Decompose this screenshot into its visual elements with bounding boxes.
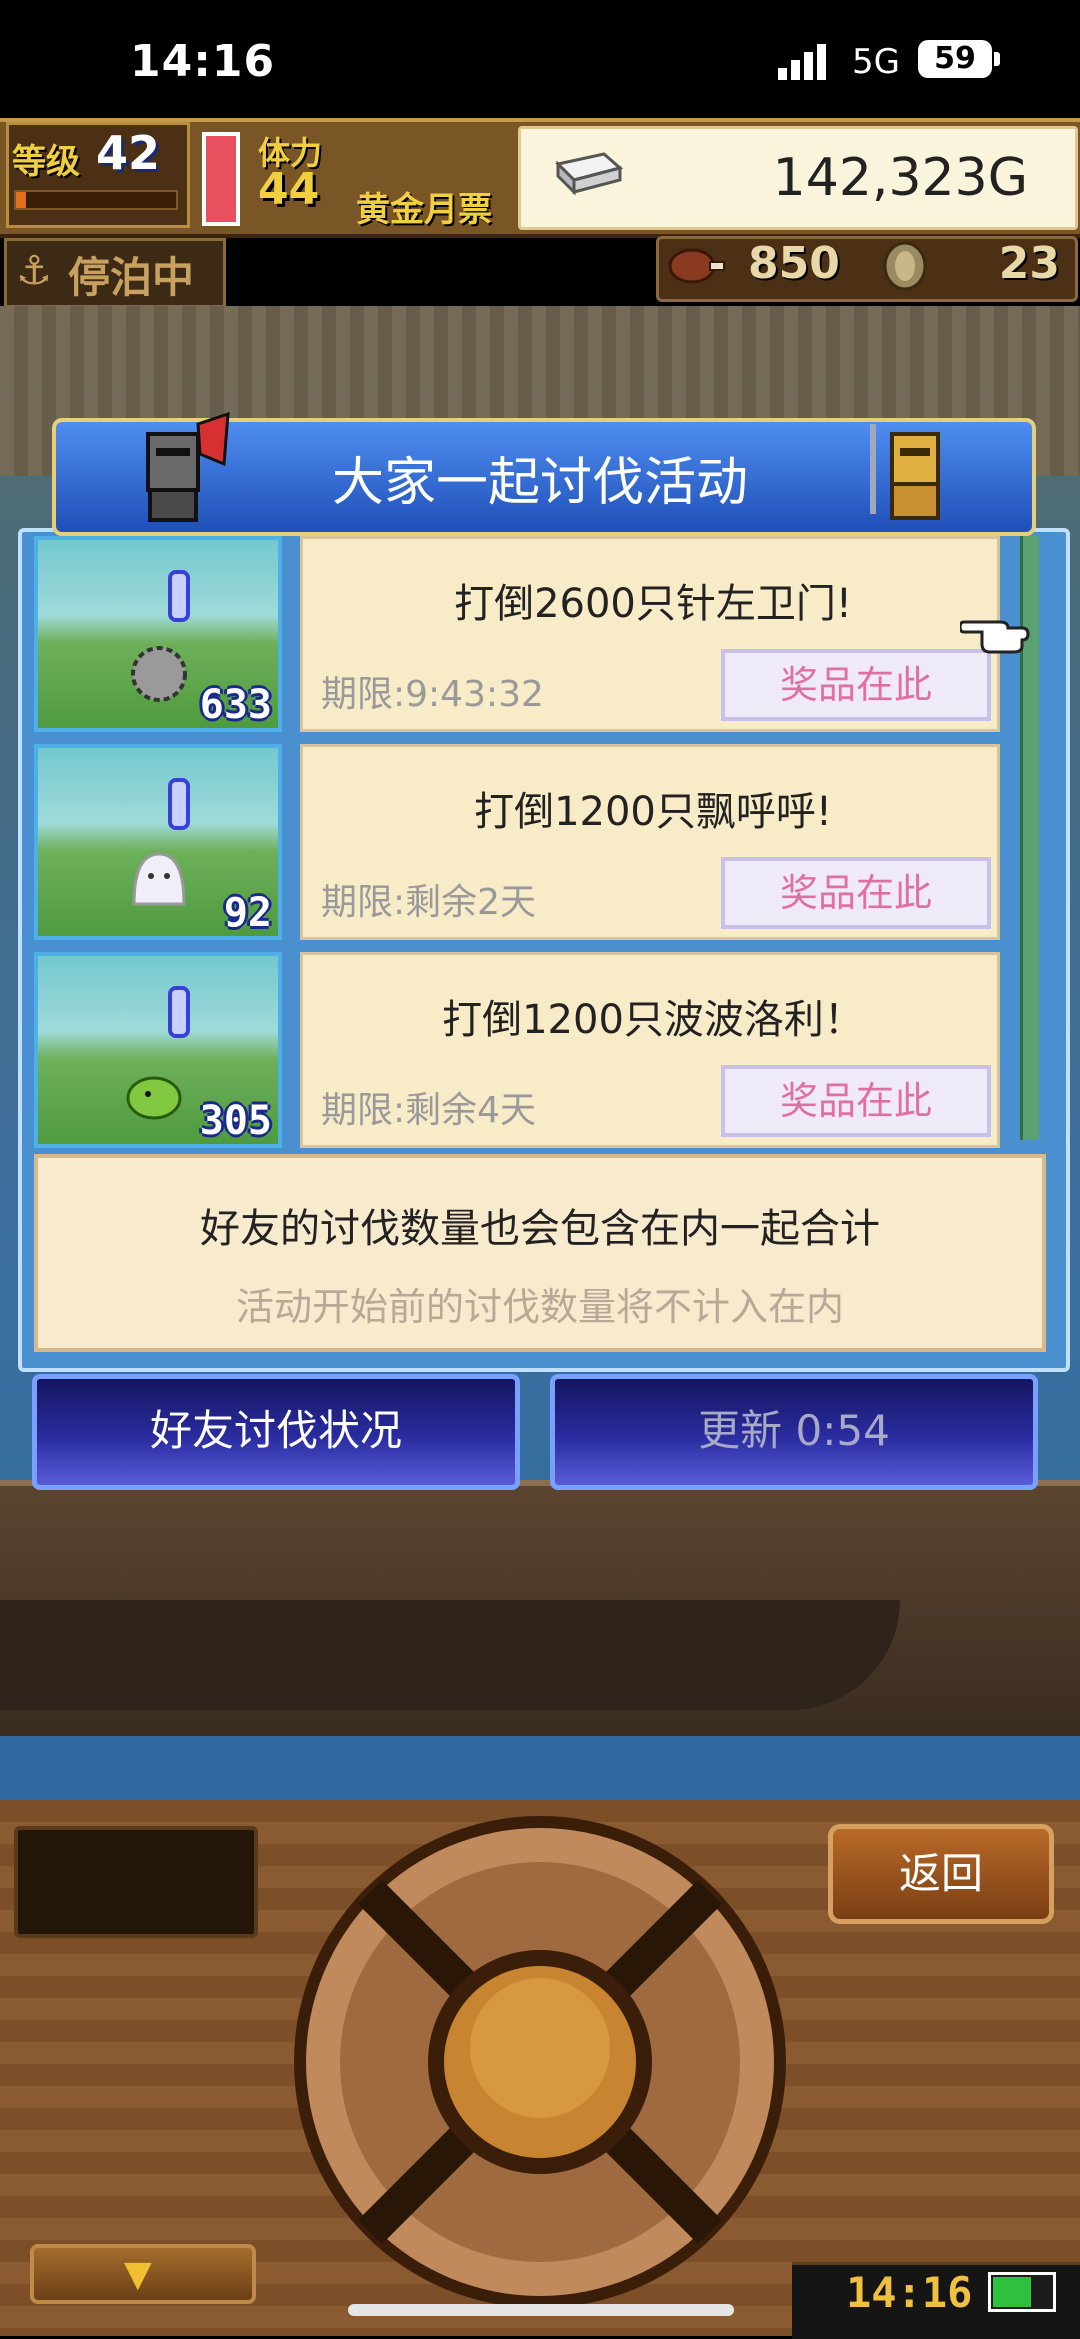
monster-thumbnail: 305	[34, 952, 282, 1148]
home-indicator[interactable]	[348, 2304, 734, 2316]
gold-amount: 142,323G	[772, 148, 1028, 208]
battery-icon: 59	[918, 40, 992, 78]
mission-deadline: 期限:剩余2天	[321, 882, 537, 923]
food-amount: 850	[748, 238, 840, 289]
spiky-monster-icon	[131, 646, 187, 702]
refresh-button[interactable]: 更新 0:54	[550, 1374, 1038, 1490]
golden-knight-icon	[870, 424, 940, 520]
mission-info: 打倒1200只波波洛利！ 期限:剩余4天 奖品在此	[300, 952, 1000, 1148]
status-time: 14:16	[130, 36, 276, 87]
mission-row[interactable]: 92 打倒1200只飘呼呼! 期限:剩余2天 奖品在此	[34, 744, 1010, 940]
level-progress-fill	[16, 192, 26, 208]
mission-info: 打倒1200只飘呼呼! 期限:剩余2天 奖品在此	[300, 744, 1000, 940]
mission-info: 打倒2600只针左卫门! 期限:9:43:32 奖品在此	[300, 536, 1000, 732]
down-arrow-icon: ▼	[124, 2254, 152, 2295]
mission-goal: 打倒1200只波波洛利！	[442, 997, 864, 1043]
exclamation-icon	[168, 570, 190, 622]
coin-icon	[883, 241, 927, 291]
mission-row[interactable]: 305 打倒1200只波波洛利！ 期限:剩余4天 奖品在此	[34, 952, 1010, 1148]
panel-slot	[14, 1826, 258, 1938]
mission-goal: 打倒2600只针左卫门!	[454, 581, 852, 627]
meat-icon	[668, 248, 725, 284]
note-line-1: 好友的讨伐数量也会包含在内一起合计	[200, 1206, 880, 1252]
game-battery-fill	[993, 2277, 1031, 2307]
monster-thumbnail: 92	[34, 744, 282, 940]
back-button[interactable]: 返回	[828, 1824, 1054, 1924]
exclamation-icon	[168, 778, 190, 830]
level-label: 等级	[12, 142, 80, 182]
network-type: 5G	[852, 42, 900, 82]
friend-status-button[interactable]: 好友讨伐状况	[32, 1374, 520, 1490]
mission-deadline: 期限:剩余4天	[321, 1090, 537, 1131]
anchor-icon: ⚓	[16, 248, 52, 294]
monster-thumbnail: 633	[34, 536, 282, 732]
battery-tip	[994, 52, 1000, 66]
defeat-count: 305	[199, 1098, 272, 1144]
defeat-count: 92	[223, 890, 272, 936]
stamina-value: 44	[258, 164, 320, 215]
knight-icon	[146, 411, 230, 522]
note-line-2: 活动开始前的讨伐数量将不计入在内	[235, 1285, 844, 1329]
game-clock: 14:16	[846, 2268, 973, 2317]
medal-amount: 23	[998, 238, 1060, 289]
level-value: 42	[96, 126, 161, 180]
ship-hull-lower	[0, 1600, 900, 1710]
slime-monster-icon	[126, 1076, 182, 1120]
exclamation-icon	[168, 986, 190, 1038]
ghost-monster-icon	[132, 852, 186, 906]
signal-icon	[778, 44, 826, 80]
defeat-count: 633	[199, 682, 272, 728]
mission-deadline: 期限:9:43:32	[321, 674, 544, 715]
prize-button[interactable]: 奖品在此	[721, 1065, 991, 1137]
gold-bar-icon	[554, 152, 624, 196]
stamina-gauge	[202, 132, 240, 226]
pointing-hand-icon	[960, 620, 1030, 654]
dpad-control[interactable]	[290, 1812, 790, 2312]
prize-button[interactable]: 奖品在此	[721, 649, 991, 721]
gold-pass-label[interactable]: 黄金月票	[356, 182, 492, 231]
mission-goal: 打倒1200只飘呼呼!	[474, 789, 832, 835]
mission-row[interactable]: 633 打倒2600只针左卫门! 期限:9:43:32 奖品在此	[34, 536, 1010, 732]
prize-button[interactable]: 奖品在此	[721, 857, 991, 929]
level-progress-bar	[14, 190, 178, 210]
dock-status-label: 停泊中	[68, 253, 195, 302]
